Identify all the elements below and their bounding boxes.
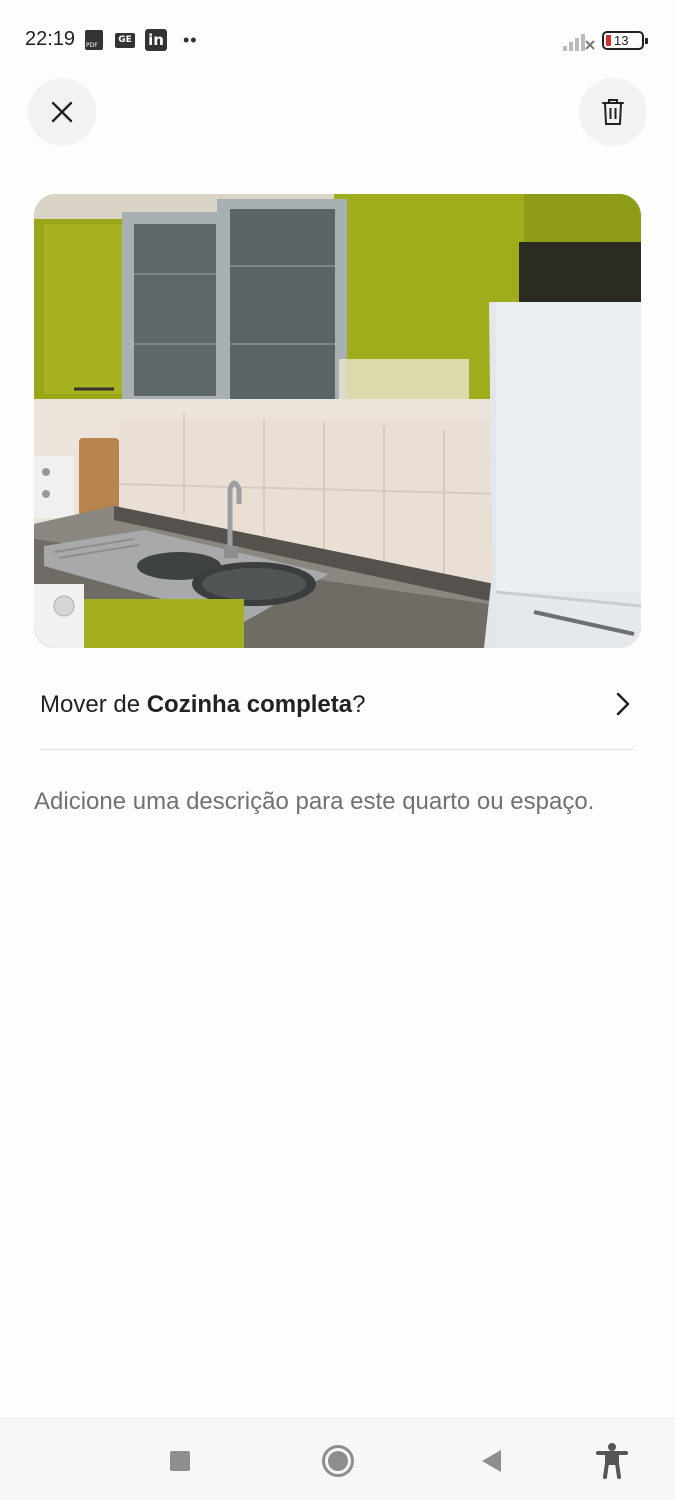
linkedin-icon: in: [145, 29, 167, 51]
trash-icon: [602, 99, 624, 125]
kitchen-photo[interactable]: [34, 194, 641, 648]
status-bar: 22:19 GE in •• 13: [0, 0, 675, 80]
move-room-label: Mover de Cozinha completa?: [40, 691, 365, 719]
description-input[interactable]: Adicione uma descrição para este quarto …: [34, 788, 594, 816]
navigation-bar: [0, 1418, 675, 1500]
battery-level: 13: [614, 33, 629, 48]
pdf-icon: [85, 30, 103, 50]
battery-fill: [606, 35, 611, 46]
signal-icon: [563, 34, 595, 51]
room-name: Cozinha completa: [146, 691, 353, 718]
recents-square-icon: [170, 1451, 190, 1471]
move-room-row[interactable]: Mover de Cozinha completa?: [40, 670, 634, 750]
close-icon: [51, 101, 73, 123]
back-triangle-icon: [482, 1450, 501, 1472]
status-time: 22:19: [25, 28, 76, 50]
home-button[interactable]: [318, 1441, 358, 1481]
home-circle-icon: [322, 1445, 354, 1477]
ge-icon: GE: [115, 33, 135, 48]
move-prefix: Mover de: [40, 691, 147, 718]
more-dots-icon: ••: [183, 30, 198, 50]
chevron-right-icon: [616, 692, 630, 716]
accessibility-icon: [596, 1443, 628, 1479]
close-button[interactable]: [28, 78, 96, 146]
recents-button[interactable]: [160, 1441, 200, 1481]
move-suffix: ?: [352, 691, 366, 718]
back-button[interactable]: [472, 1441, 512, 1481]
battery-icon: 13: [602, 31, 648, 50]
delete-button[interactable]: [579, 78, 647, 146]
accessibility-button[interactable]: [592, 1441, 632, 1481]
